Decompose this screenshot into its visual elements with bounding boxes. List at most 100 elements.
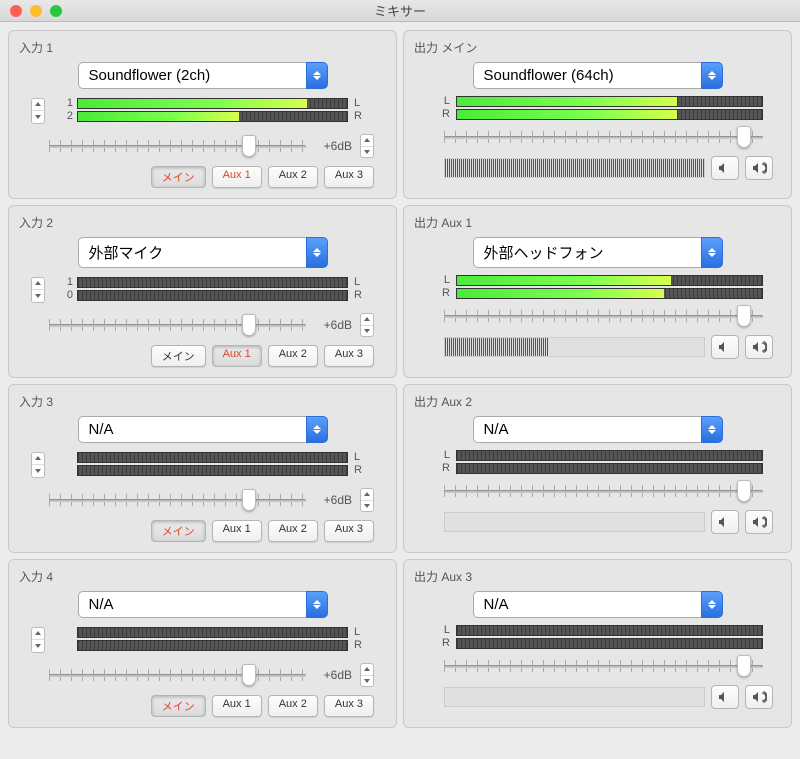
- device-select[interactable]: N/A: [78, 591, 328, 618]
- device-select[interactable]: N/A: [473, 416, 723, 443]
- stepper-down-icon[interactable]: [361, 326, 373, 337]
- route-button-2[interactable]: Aux 2: [268, 695, 318, 717]
- channel-label: R: [348, 639, 362, 651]
- route-button-2[interactable]: Aux 2: [268, 166, 318, 188]
- channel-label: R: [348, 110, 362, 122]
- route-button-3[interactable]: Aux 3: [324, 345, 374, 367]
- level-meter-r: [77, 465, 348, 476]
- slider-thumb[interactable]: [242, 664, 256, 686]
- route-button-1[interactable]: Aux 1: [212, 166, 262, 188]
- speaker-low-button[interactable]: [711, 156, 739, 180]
- slider-thumb[interactable]: [242, 314, 256, 336]
- slider-thumb[interactable]: [737, 126, 751, 148]
- chevron-updown-icon[interactable]: [306, 62, 328, 89]
- speaker-low-button[interactable]: [711, 685, 739, 709]
- route-button-0[interactable]: メイン: [151, 166, 206, 188]
- db-stepper[interactable]: [360, 134, 374, 158]
- channel-stepper[interactable]: [31, 627, 45, 653]
- stepper-up-icon[interactable]: [32, 99, 44, 112]
- route-buttons: メイン Aux 1 Aux 2 Aux 3: [31, 520, 374, 542]
- stepper-up-icon[interactable]: [361, 664, 373, 676]
- chevron-updown-icon[interactable]: [306, 416, 328, 443]
- route-button-1[interactable]: Aux 1: [212, 695, 262, 717]
- volume-slider[interactable]: [49, 316, 306, 334]
- speaker-high-button[interactable]: [745, 156, 773, 180]
- route-buttons: メイン Aux 1 Aux 2 Aux 3: [31, 345, 374, 367]
- level-meter-l: [77, 627, 348, 638]
- volume-slider[interactable]: [49, 491, 306, 509]
- level-meter-r: [77, 640, 348, 651]
- output-waveform: [444, 512, 705, 532]
- route-button-0[interactable]: メイン: [151, 520, 206, 542]
- device-select[interactable]: Soundflower (64ch): [473, 62, 723, 89]
- chevron-updown-icon[interactable]: [701, 237, 723, 268]
- stepper-down-icon[interactable]: [32, 111, 44, 123]
- volume-slider[interactable]: [444, 482, 763, 500]
- stepper-down-icon[interactable]: [32, 465, 44, 477]
- level-meter-l: [456, 96, 763, 107]
- device-select-value: N/A: [78, 416, 306, 443]
- route-button-0[interactable]: メイン: [151, 695, 206, 717]
- channel-stepper[interactable]: [31, 277, 45, 303]
- route-button-3[interactable]: Aux 3: [324, 166, 374, 188]
- speaker-low-button[interactable]: [711, 335, 739, 359]
- volume-slider[interactable]: [444, 307, 763, 325]
- chevron-updown-icon[interactable]: [306, 591, 328, 618]
- route-button-2[interactable]: Aux 2: [268, 345, 318, 367]
- channel-stepper[interactable]: [31, 98, 45, 124]
- stepper-up-icon[interactable]: [361, 314, 373, 326]
- slider-thumb[interactable]: [737, 305, 751, 327]
- output-waveform: [444, 158, 705, 178]
- panel-title: 入力 3: [19, 393, 386, 410]
- chevron-updown-icon[interactable]: [701, 62, 723, 89]
- channel-label: L: [348, 451, 362, 463]
- speaker-low-button[interactable]: [711, 510, 739, 534]
- volume-slider[interactable]: [49, 666, 306, 684]
- route-button-0[interactable]: メイン: [151, 345, 206, 367]
- speaker-high-button[interactable]: [745, 685, 773, 709]
- speaker-high-button[interactable]: [745, 335, 773, 359]
- stepper-up-icon[interactable]: [32, 453, 44, 466]
- stepper-up-icon[interactable]: [32, 278, 44, 291]
- device-select[interactable]: N/A: [78, 416, 328, 443]
- db-stepper[interactable]: [360, 663, 374, 687]
- route-button-3[interactable]: Aux 3: [324, 695, 374, 717]
- device-select-value: N/A: [473, 416, 701, 443]
- stepper-down-icon[interactable]: [361, 676, 373, 687]
- stepper-down-icon[interactable]: [32, 640, 44, 652]
- channel-stepper[interactable]: [31, 452, 45, 478]
- volume-slider[interactable]: [49, 137, 306, 155]
- route-button-1[interactable]: Aux 1: [212, 520, 262, 542]
- route-button-3[interactable]: Aux 3: [324, 520, 374, 542]
- db-stepper[interactable]: [360, 313, 374, 337]
- level-meter-r: [77, 111, 348, 122]
- chevron-updown-icon[interactable]: [701, 416, 723, 443]
- device-select-value: N/A: [78, 591, 306, 618]
- slider-thumb[interactable]: [737, 655, 751, 677]
- route-button-2[interactable]: Aux 2: [268, 520, 318, 542]
- stepper-up-icon[interactable]: [361, 489, 373, 501]
- stepper-down-icon[interactable]: [32, 290, 44, 302]
- volume-slider[interactable]: [444, 128, 763, 146]
- channel-label: R: [442, 287, 456, 299]
- stepper-up-icon[interactable]: [32, 628, 44, 641]
- device-select[interactable]: N/A: [473, 591, 723, 618]
- route-button-1[interactable]: Aux 1: [212, 345, 262, 367]
- volume-slider[interactable]: [444, 657, 763, 675]
- speaker-high-button[interactable]: [745, 510, 773, 534]
- slider-thumb[interactable]: [242, 135, 256, 157]
- slider-thumb[interactable]: [242, 489, 256, 511]
- device-select[interactable]: 外部マイク: [78, 237, 328, 268]
- channel-label: L: [442, 449, 456, 461]
- chevron-updown-icon[interactable]: [701, 591, 723, 618]
- panel-title: 出力 メイン: [414, 39, 781, 56]
- channel-label: L: [442, 95, 456, 107]
- chevron-updown-icon[interactable]: [306, 237, 328, 268]
- stepper-up-icon[interactable]: [361, 135, 373, 147]
- device-select[interactable]: Soundflower (2ch): [78, 62, 328, 89]
- stepper-down-icon[interactable]: [361, 147, 373, 158]
- device-select[interactable]: 外部ヘッドフォン: [473, 237, 723, 268]
- db-stepper[interactable]: [360, 488, 374, 512]
- stepper-down-icon[interactable]: [361, 501, 373, 512]
- slider-thumb[interactable]: [737, 480, 751, 502]
